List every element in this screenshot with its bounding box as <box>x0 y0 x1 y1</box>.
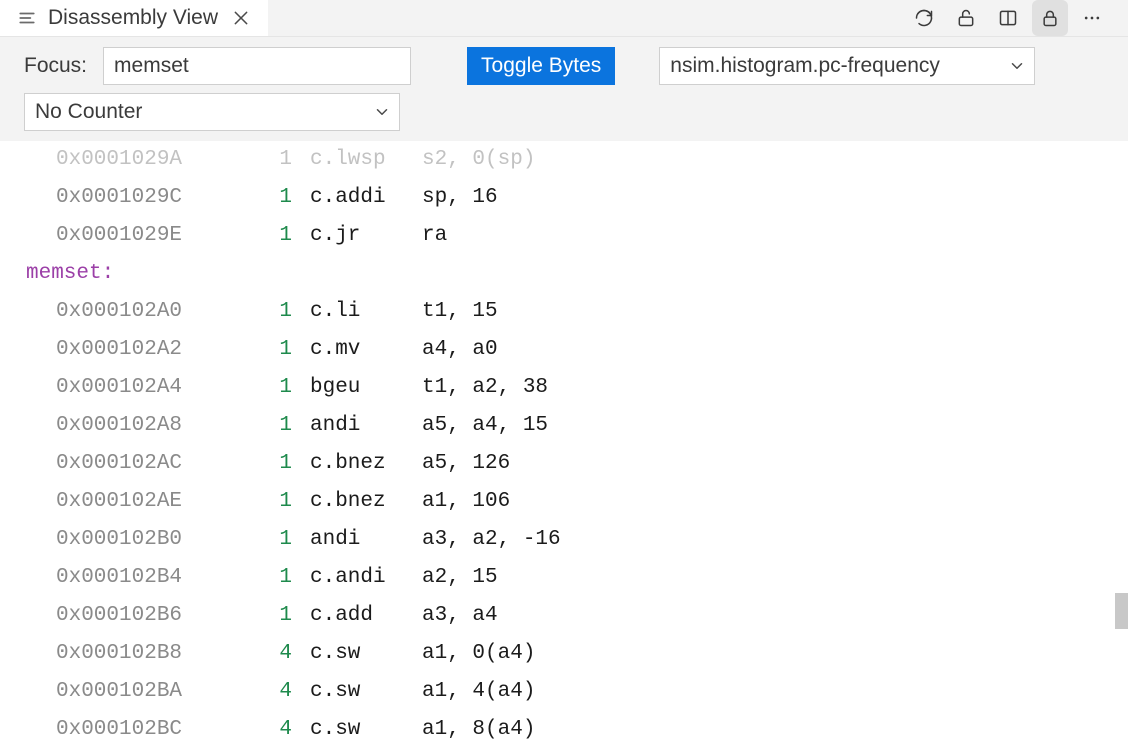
disasm-row[interactable]: 0x000102A21c.mva4, a0 <box>0 331 1128 369</box>
operands: a4, a0 <box>422 331 498 369</box>
address: 0x000102BA <box>56 673 236 711</box>
more-actions-button[interactable] <box>1074 0 1110 36</box>
address: 0x000102A8 <box>56 407 236 445</box>
address: 0x000102A4 <box>56 369 236 407</box>
count: 4 <box>236 635 310 673</box>
operands: a1, 0(a4) <box>422 635 535 673</box>
mnemonic: c.bnez <box>310 445 422 483</box>
address: 0x0001029A <box>56 141 236 179</box>
counter-select-value: No Counter <box>35 100 142 124</box>
mnemonic: c.lwsp <box>310 141 422 179</box>
disasm-row[interactable]: 0x000102A41bgeut1, a2, 38 <box>0 369 1128 407</box>
mnemonic: andi <box>310 521 422 559</box>
count: 1 <box>236 597 310 635</box>
disasm-row[interactable]: 0x000102B41c.andia2, 15 <box>0 559 1128 597</box>
mnemonic: c.add <box>310 597 422 635</box>
mnemonic: c.andi <box>310 559 422 597</box>
mnemonic: c.sw <box>310 711 422 743</box>
operands: sp, 16 <box>422 179 498 217</box>
mnemonic: c.sw <box>310 635 422 673</box>
address: 0x000102B6 <box>56 597 236 635</box>
symbol-label: memset: <box>0 255 1128 293</box>
count: 1 <box>236 483 310 521</box>
address: 0x000102B0 <box>56 521 236 559</box>
operands: a1, 106 <box>422 483 510 521</box>
count: 1 <box>236 559 310 597</box>
count: 1 <box>236 369 310 407</box>
count: 1 <box>236 179 310 217</box>
count: 1 <box>236 521 310 559</box>
operands: a3, a4 <box>422 597 498 635</box>
address: 0x000102B4 <box>56 559 236 597</box>
count: 1 <box>236 293 310 331</box>
operands: t1, a2, 38 <box>422 369 548 407</box>
disasm-row[interactable]: 0x000102AE1c.bneza1, 106 <box>0 483 1128 521</box>
disasm-row[interactable]: 0x000102B01andia3, a2, -16 <box>0 521 1128 559</box>
disasm-row[interactable]: 0x0001029A1c.lwsps2, 0(sp) <box>0 141 1128 179</box>
operands: a1, 8(a4) <box>422 711 535 743</box>
tab-disassembly[interactable]: Disassembly View <box>0 0 268 36</box>
disasm-row[interactable]: 0x000102BA4c.swa1, 4(a4) <box>0 673 1128 711</box>
chevron-down-icon <box>1008 57 1026 75</box>
count: 4 <box>236 711 310 743</box>
address: 0x000102B8 <box>56 635 236 673</box>
lock-button[interactable] <box>1032 0 1068 36</box>
mnemonic: c.mv <box>310 331 422 369</box>
address: 0x0001029E <box>56 217 236 255</box>
count: 1 <box>236 407 310 445</box>
mnemonic: bgeu <box>310 369 422 407</box>
mnemonic: c.sw <box>310 673 422 711</box>
tab-actions <box>906 0 1128 36</box>
operands: a5, a4, 15 <box>422 407 548 445</box>
close-icon[interactable] <box>230 7 252 29</box>
mnemonic: c.bnez <box>310 483 422 521</box>
unlock-button[interactable] <box>948 0 984 36</box>
disasm-row[interactable]: 0x0001029C1c.addisp, 16 <box>0 179 1128 217</box>
controls-panel: Focus: Toggle Bytes nsim.histogram.pc-fr… <box>0 37 1128 141</box>
disasm-row[interactable]: 0x000102AC1c.bneza5, 126 <box>0 445 1128 483</box>
address: 0x000102AC <box>56 445 236 483</box>
address: 0x000102BC <box>56 711 236 743</box>
toggle-bytes-button[interactable]: Toggle Bytes <box>467 47 615 85</box>
address: 0x000102AE <box>56 483 236 521</box>
operands: a3, a2, -16 <box>422 521 561 559</box>
operands: ra <box>422 217 447 255</box>
chevron-down-icon <box>373 103 391 121</box>
disasm-row[interactable]: 0x0001029E1c.jrra <box>0 217 1128 255</box>
count: 1 <box>236 331 310 369</box>
focus-input[interactable] <box>103 47 411 85</box>
disasm-row[interactable]: 0x000102A01c.lit1, 15 <box>0 293 1128 331</box>
mnemonic: c.addi <box>310 179 422 217</box>
histogram-select-value: nsim.histogram.pc-frequency <box>670 54 940 78</box>
mnemonic: c.jr <box>310 217 422 255</box>
split-editor-button[interactable] <box>990 0 1026 36</box>
focus-label: Focus: <box>24 54 87 78</box>
count: 4 <box>236 673 310 711</box>
operands: a1, 4(a4) <box>422 673 535 711</box>
disasm-row[interactable]: 0x000102B61c.adda3, a4 <box>0 597 1128 635</box>
list-icon <box>18 9 36 27</box>
tab-bar: Disassembly View <box>0 0 1128 37</box>
disasm-row[interactable]: 0x000102B84c.swa1, 0(a4) <box>0 635 1128 673</box>
count: 1 <box>236 445 310 483</box>
address: 0x000102A0 <box>56 293 236 331</box>
address: 0x000102A2 <box>56 331 236 369</box>
counter-select[interactable]: No Counter <box>24 93 400 131</box>
address: 0x0001029C <box>56 179 236 217</box>
histogram-select[interactable]: nsim.histogram.pc-frequency <box>659 47 1035 85</box>
scrollbar-thumb[interactable] <box>1115 593 1128 629</box>
operands: s2, 0(sp) <box>422 141 535 179</box>
operands: a2, 15 <box>422 559 498 597</box>
disassembly-listing[interactable]: 0x0001029A1c.lwsps2, 0(sp)0x0001029C1c.a… <box>0 141 1128 743</box>
mnemonic: c.li <box>310 293 422 331</box>
disasm-row[interactable]: 0x000102BC4c.swa1, 8(a4) <box>0 711 1128 743</box>
refresh-button[interactable] <box>906 0 942 36</box>
tab-title: Disassembly View <box>48 6 218 30</box>
operands: a5, 126 <box>422 445 510 483</box>
count: 1 <box>236 141 310 179</box>
disasm-row[interactable]: 0x000102A81andia5, a4, 15 <box>0 407 1128 445</box>
mnemonic: andi <box>310 407 422 445</box>
count: 1 <box>236 217 310 255</box>
operands: t1, 15 <box>422 293 498 331</box>
